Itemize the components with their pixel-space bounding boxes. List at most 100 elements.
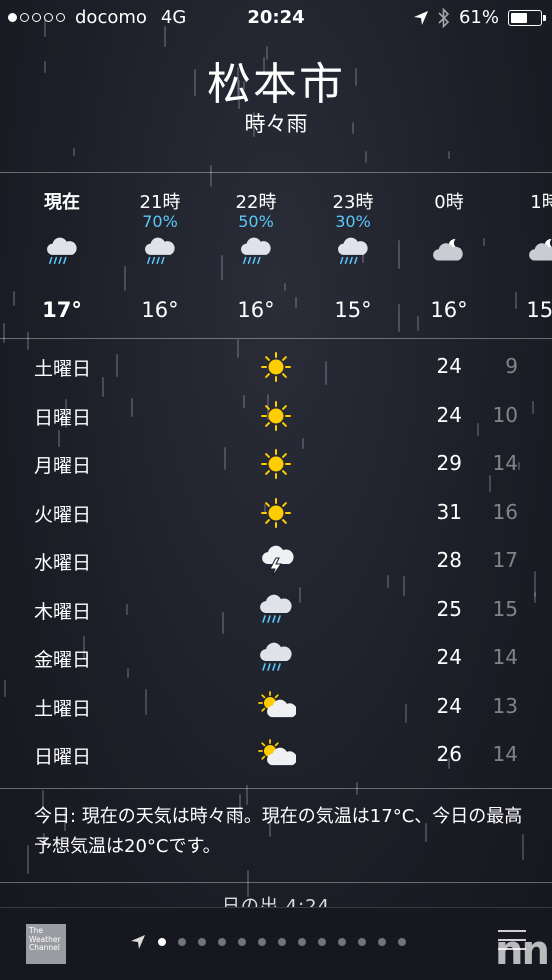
low-temp: 14 — [492, 451, 518, 475]
page-dot[interactable] — [218, 938, 226, 946]
location-arrow-icon — [413, 10, 428, 25]
status-right: 61% — [413, 7, 546, 28]
rain-drop — [247, 870, 249, 897]
hourly-item: 現在 17° — [14, 178, 110, 322]
precip-chance: 30% — [335, 212, 371, 231]
low-temp: 17 — [492, 548, 518, 572]
hour-label: 1時 — [530, 192, 552, 213]
day-name: 火曜日 — [34, 503, 92, 526]
rain-cloud-icon — [14, 236, 110, 280]
page-dot[interactable] — [158, 938, 166, 946]
daily-row: 日曜日 26 14 — [0, 732, 552, 781]
rain-cloud-icon — [256, 593, 296, 627]
rain-drop — [365, 151, 367, 163]
low-temp: 13 — [492, 693, 518, 718]
hour-temp: 17° — [42, 298, 82, 322]
partly-cloudy-icon — [256, 738, 297, 772]
day-name: 日曜日 — [34, 406, 92, 429]
page-dot[interactable] — [258, 938, 266, 946]
page-dot[interactable] — [398, 938, 406, 946]
daily-row: 金曜日 24 14 — [0, 635, 552, 684]
day-name: 月曜日 — [34, 455, 92, 477]
rain-cloud-icon — [256, 641, 296, 675]
hourly-item: 22時 50% 16° — [208, 178, 304, 322]
day-name: 木曜日 — [34, 600, 92, 623]
location-page-icon — [131, 935, 145, 949]
battery-icon — [508, 9, 546, 26]
hourly-forecast[interactable]: 現在 17° 21時 70% 16° 22時 50% 16° 23時 30% 15° 0時 16° 1時 1… — [0, 178, 552, 338]
precip-chance: 50% — [238, 212, 274, 231]
divider-hourly — [0, 338, 552, 339]
high-temp: 28 — [436, 548, 462, 572]
precip-chance — [14, 212, 110, 232]
partly-cloudy-icon — [256, 690, 297, 724]
precip-chance — [497, 212, 552, 232]
rain-drop — [448, 151, 450, 159]
divider-summary — [0, 882, 552, 883]
hour-label: 0時 — [434, 192, 464, 213]
low-temp: 14 — [492, 742, 518, 766]
hour-temp: 16° — [237, 298, 275, 322]
current-condition: 時々雨 — [244, 112, 308, 136]
moon-cloud-icon — [401, 236, 497, 280]
hourly-item: 23時 30% 15° — [305, 178, 401, 322]
sun-icon — [256, 399, 296, 433]
day-name: 金曜日 — [34, 649, 92, 671]
rain-cloud-icon — [112, 236, 208, 280]
daily-forecast: 土曜日 24 9 日曜日 24 10 月曜日 29 14 火曜日 31 16 水曜日 28 17 木曜日 25 1… — [0, 344, 552, 781]
page-dot[interactable] — [278, 938, 286, 946]
low-temp: 14 — [492, 645, 518, 669]
watermark: nn — [495, 928, 550, 974]
low-temp: 15 — [492, 596, 518, 621]
page-dot[interactable] — [318, 938, 326, 946]
rain-drop — [73, 148, 75, 156]
daily-row: 土曜日 24 13 — [0, 684, 552, 733]
divider-daily — [0, 788, 552, 789]
hour-temp: 15° — [334, 298, 372, 322]
page-dot[interactable] — [378, 938, 386, 946]
divider-top — [0, 172, 552, 173]
hourly-item: 21時 70% 16° — [112, 178, 208, 322]
high-temp: 29 — [436, 451, 462, 475]
page-dot[interactable] — [338, 938, 346, 946]
battery-percent: 61% — [458, 7, 499, 28]
bluetooth-icon — [438, 7, 450, 28]
weather-channel-logo[interactable]: The Weather Channel — [26, 924, 66, 964]
sunrise-row: 日の出 4:24 — [0, 894, 552, 908]
hour-label: 現在 — [44, 192, 80, 213]
page-dot[interactable] — [358, 938, 366, 946]
sun-icon — [256, 496, 296, 530]
thunder-cloud-icon — [256, 544, 296, 578]
moon-cloud-icon — [497, 236, 552, 280]
page-dot[interactable] — [178, 938, 186, 946]
hour-temp: 16° — [430, 298, 468, 322]
today-summary: 今日: 現在の天気は時々雨。現在の気温は17°C、今日の最高予想気温は20°Cで… — [34, 806, 523, 857]
low-temp: 16 — [492, 499, 518, 524]
battery-fill — [511, 12, 527, 23]
hourly-item: 0時 16° — [401, 178, 497, 322]
daily-row: 木曜日 25 15 — [0, 587, 552, 636]
footer-bar: The Weather Channel nn — [0, 907, 552, 980]
page-dot[interactable] — [238, 938, 246, 946]
hourly-item: 1時 15° — [497, 178, 552, 322]
hour-temp: 16° — [141, 298, 179, 322]
city-name: 松本市 — [207, 59, 345, 110]
high-temp: 24 — [436, 354, 462, 378]
rain-cloud-icon — [208, 236, 304, 280]
daily-row: 日曜日 24 10 — [0, 393, 552, 442]
page-dot[interactable] — [298, 938, 306, 946]
low-temp: 10 — [492, 402, 518, 427]
day-name: 土曜日 — [34, 358, 92, 380]
high-temp: 24 — [436, 402, 462, 427]
day-name: 土曜日 — [34, 697, 92, 720]
high-temp: 31 — [436, 499, 462, 524]
hour-temp: 15° — [526, 298, 552, 322]
page-dot[interactable] — [198, 938, 206, 946]
daily-row: 水曜日 28 17 — [0, 538, 552, 587]
precip-chance — [401, 212, 497, 232]
day-name: 水曜日 — [34, 552, 92, 574]
hour-label: 23時 — [332, 192, 374, 213]
low-temp: 9 — [505, 354, 518, 378]
page-indicator[interactable] — [130, 934, 406, 950]
high-temp: 24 — [436, 693, 462, 718]
